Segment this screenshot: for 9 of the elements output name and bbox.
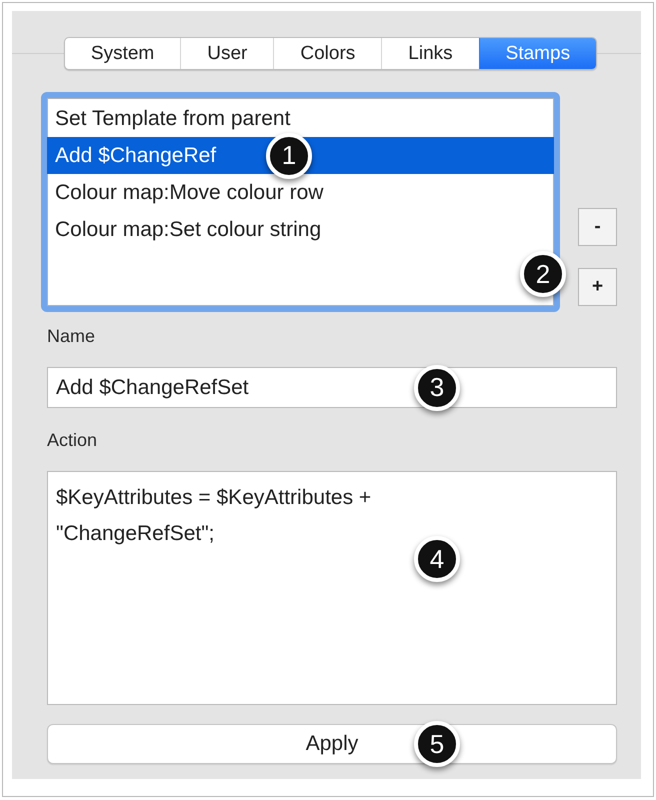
add-button[interactable]: +	[578, 268, 617, 306]
action-label: Action	[47, 429, 98, 451]
tab[interactable]: User	[180, 38, 274, 69]
tab[interactable]: Stamps	[478, 38, 596, 69]
name-label: Name	[47, 325, 96, 347]
tab[interactable]: Colors	[273, 38, 382, 69]
list-item[interactable]: Colour map:Set colour string	[47, 211, 554, 248]
tab[interactable]: System	[64, 38, 180, 69]
remove-button[interactable]: -	[578, 208, 617, 246]
